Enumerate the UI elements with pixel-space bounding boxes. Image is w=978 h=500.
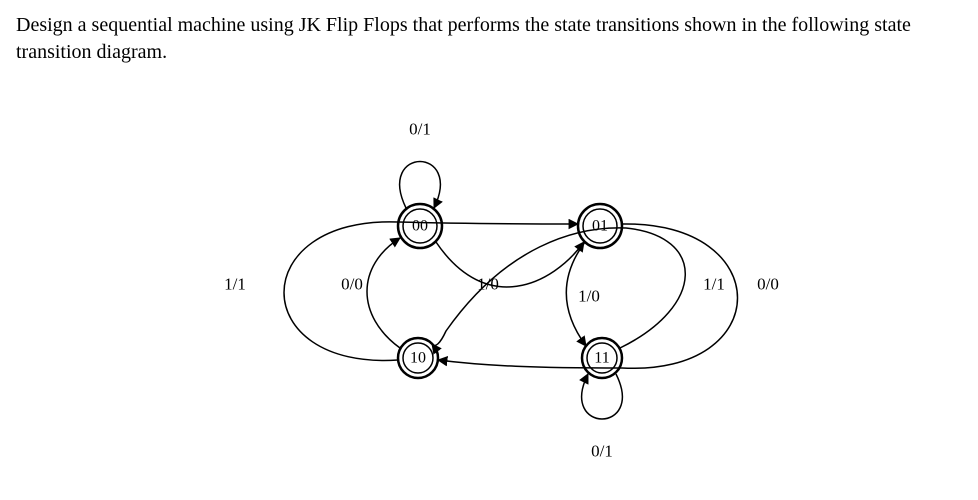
edge-10-to-00-label: 0/0 [341,275,363,294]
state-01: 01 [578,204,622,248]
state-10-label: 10 [410,350,426,367]
edge-00-to-00: 0/1 [400,120,441,209]
edge-00-to-00-label: 0/1 [409,120,431,139]
edge-10-to-00: 0/0 [341,238,400,348]
problem-statement: Design a sequential machine using JK Fli… [16,12,962,66]
state-00-label: 00 [412,218,428,235]
edge-01-to-10-label: 0/0 [757,275,779,294]
state-00: 00 [398,204,442,248]
edge-11-to-11: 0/1 [582,374,623,461]
state-11: 11 [582,338,622,378]
diagram-svg: 00 01 10 11 0/1 0/1 [16,76,978,476]
edge-11-to-11-label: 0/1 [591,442,613,461]
edge-11-to-10-label: 1/1 [703,275,725,294]
edge-01-to-11-label: 1/0 [578,287,600,306]
state-01-label: 01 [592,218,608,235]
edge-10-to-01-label: 1/1 [224,275,246,294]
state-transition-diagram: 00 01 10 11 0/1 0/1 [16,76,962,476]
edge-00-to-01: 1/0 [436,242,584,294]
edge-10-to-01: 1/1 [224,222,578,361]
state-11-label: 11 [594,350,609,367]
